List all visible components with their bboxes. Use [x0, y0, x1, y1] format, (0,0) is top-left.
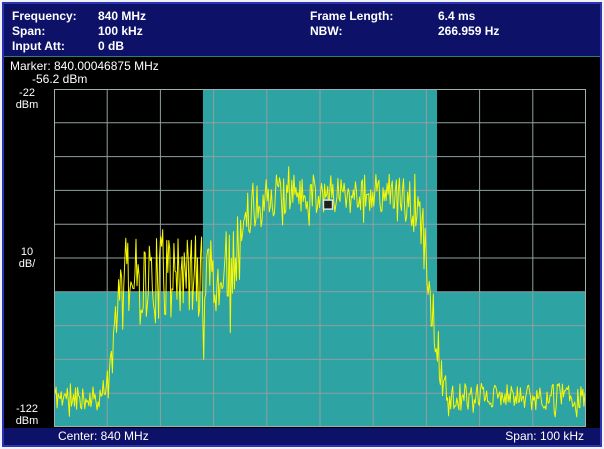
input-att-row: Input Att: 0 dB [12, 39, 146, 54]
frequency-label: Frequency: [12, 9, 98, 24]
input-att-label: Input Att: [12, 39, 98, 54]
input-att-value: 0 dB [98, 39, 124, 54]
span-row: Span: 100 kHz [12, 24, 146, 39]
span-readout: Span: 100 kHz [505, 428, 584, 445]
y-axis-bottom-unit: dBm [4, 415, 50, 427]
y-axis-top-value: -22 [4, 87, 50, 99]
nbw-value: 266.959 Hz [438, 24, 499, 39]
nbw-label: NBW: [310, 24, 438, 39]
y-axis-scale-value: 10 [4, 246, 50, 258]
y-axis-bottom-label: -122 dBm [4, 403, 50, 427]
marker-readout: Marker: 840.00046875 MHz -56.2 dBm [10, 60, 159, 86]
footer-bar: Center: 840 MHz Span: 100 kHz [4, 428, 600, 445]
settings-header: Frequency: 840 MHz Span: 100 kHz Input A… [10, 9, 594, 55]
frame-length-value: 6.4 ms [438, 9, 475, 24]
frame-length-row: Frame Length: 6.4 ms [310, 9, 499, 24]
marker-square [323, 200, 332, 209]
span-value: 100 kHz [98, 24, 143, 39]
frequency-row: Frequency: 840 MHz [12, 9, 146, 24]
span-label: Span: [12, 24, 98, 39]
y-axis-bottom-value: -122 [4, 403, 50, 415]
center-frequency-readout: Center: 840 MHz [58, 428, 149, 445]
y-axis-scale-label: 10 dB/ [4, 246, 50, 270]
y-axis-scale-unit: dB/ [4, 258, 50, 270]
display-area: Marker: 840.00046875 MHz -56.2 dBm -22 d… [4, 56, 600, 429]
settings-left-column: Frequency: 840 MHz Span: 100 kHz Input A… [12, 9, 146, 54]
spectrum-analyzer-screen: Frequency: 840 MHz Span: 100 kHz Input A… [0, 0, 604, 449]
spectrum-canvas [54, 89, 586, 427]
frame-length-label: Frame Length: [310, 9, 438, 24]
y-axis-top-unit: dBm [4, 99, 50, 111]
y-axis-top-label: -22 dBm [4, 87, 50, 111]
frequency-value: 840 MHz [98, 9, 146, 24]
marker-amplitude-readout: -56.2 dBm [32, 73, 159, 86]
nbw-row: NBW: 266.959 Hz [310, 24, 499, 39]
settings-right-column: Frame Length: 6.4 ms NBW: 266.959 Hz [310, 9, 499, 39]
